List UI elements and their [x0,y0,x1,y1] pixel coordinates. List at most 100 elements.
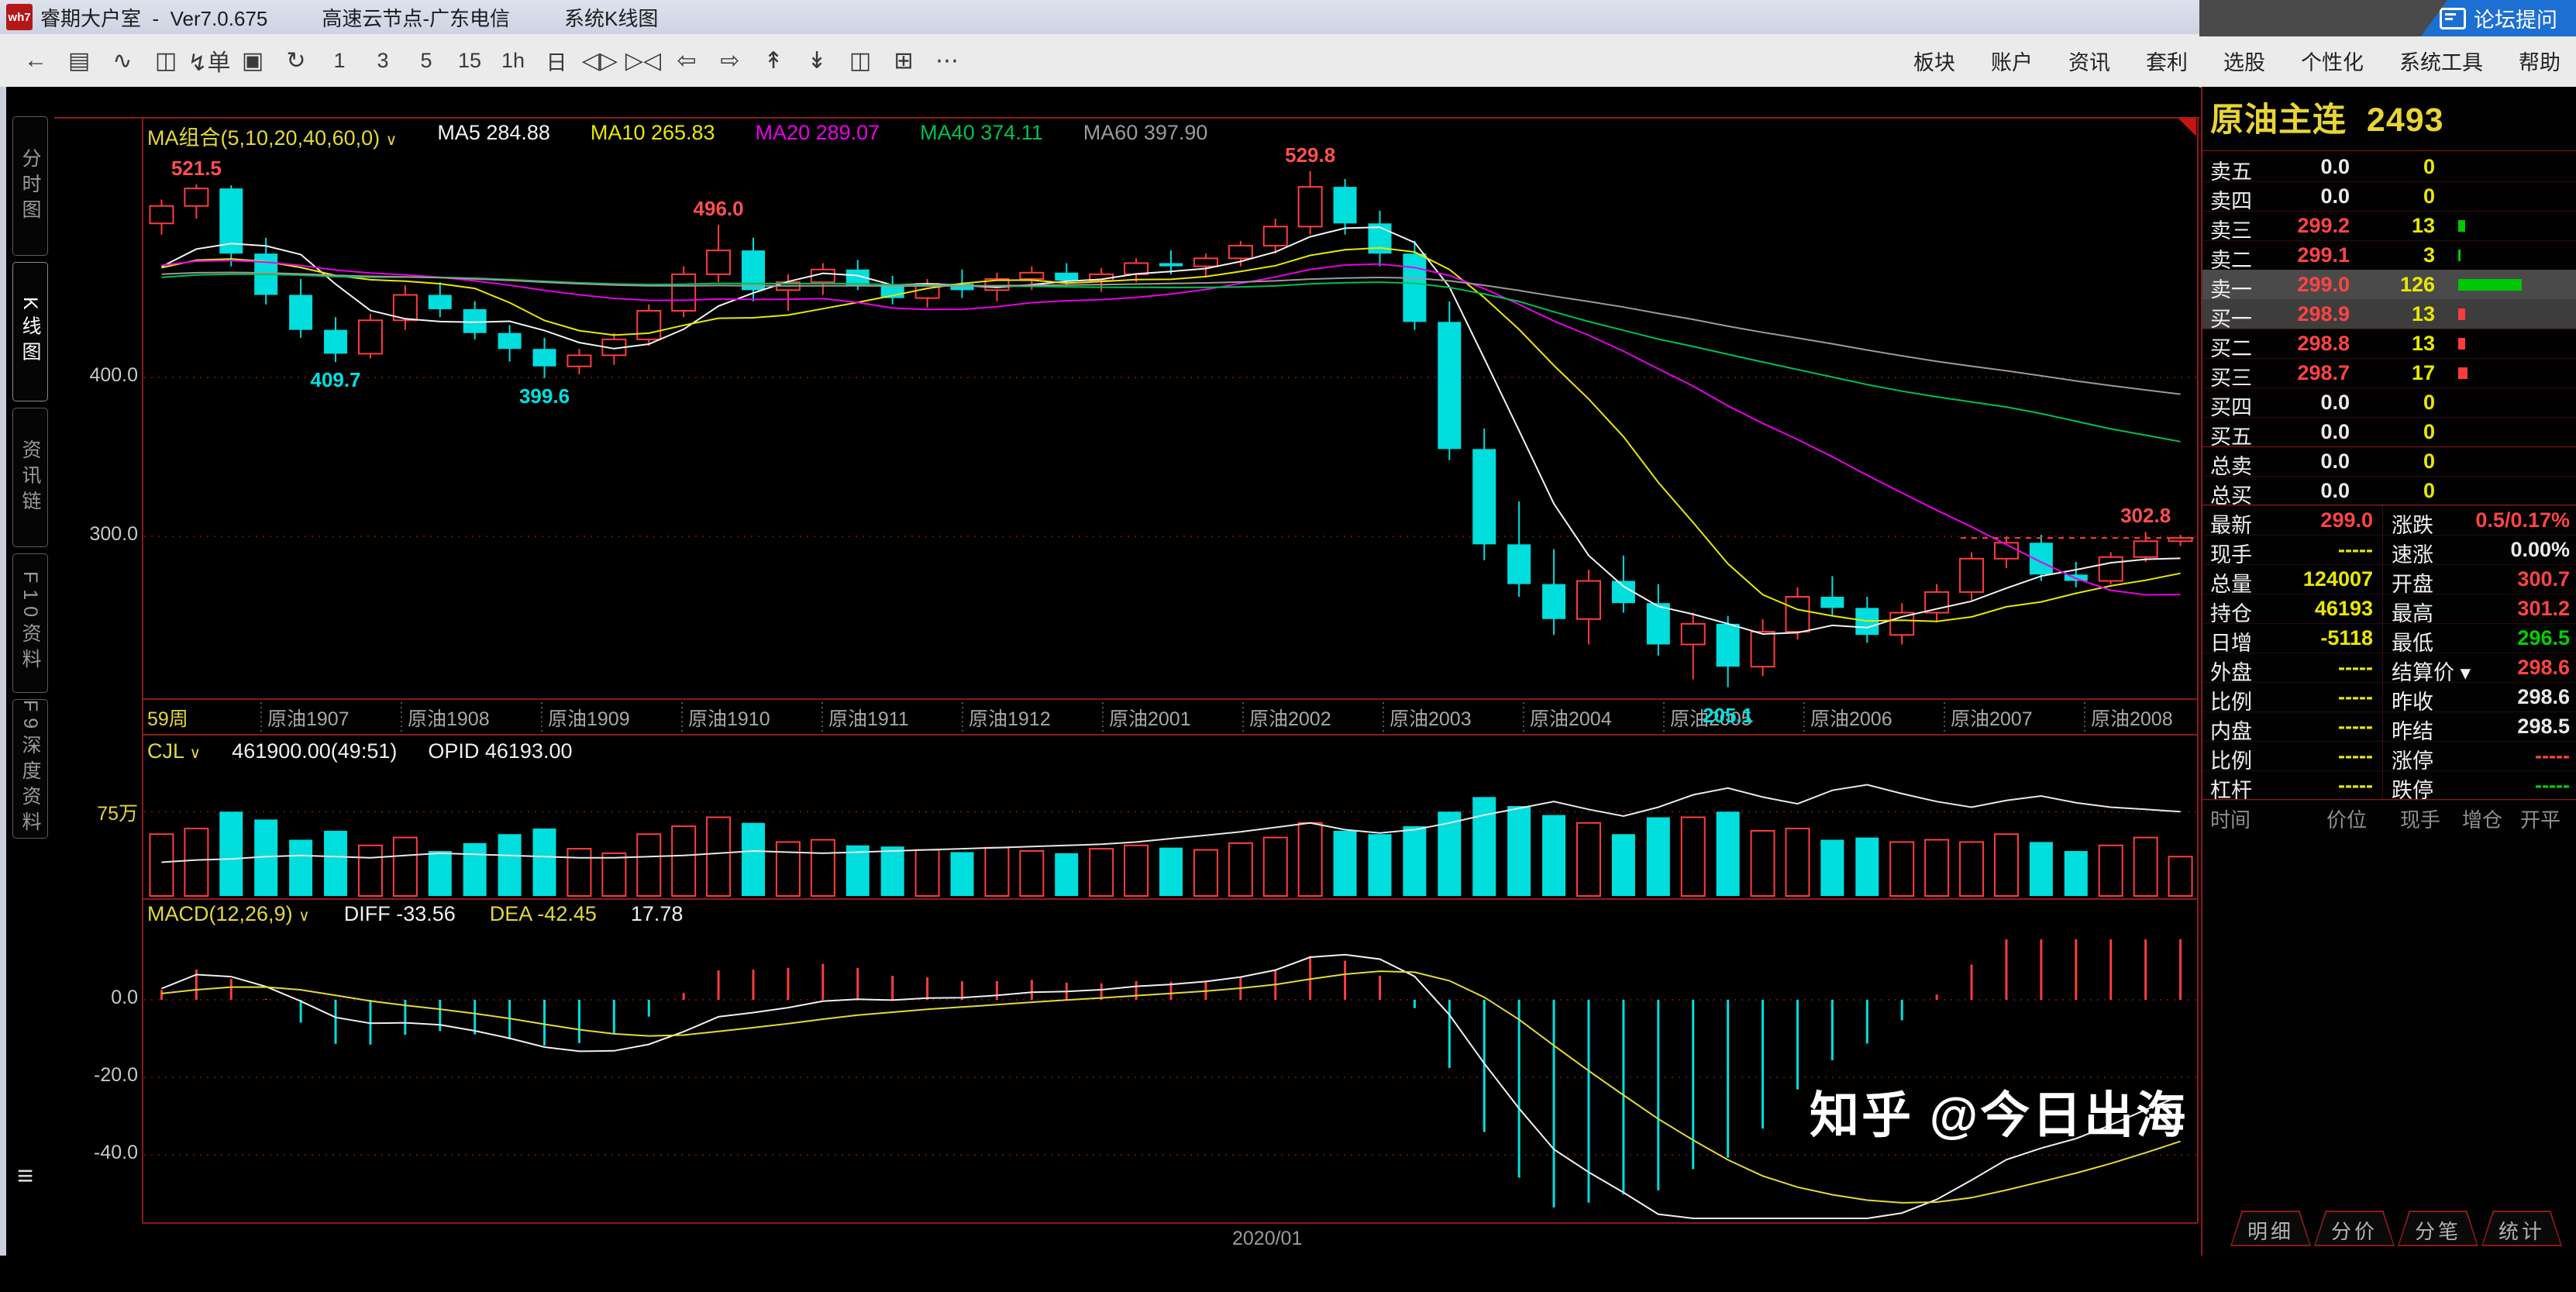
ma-value-MA20: MA20 289.07 [756,121,880,151]
info-value-比例: ----- [2272,744,2373,768]
orderbook-price: 298.7 [2257,361,2350,385]
macd-diff: DIFF -33.56 [344,902,456,926]
orderbook-volume: 13 [2365,214,2435,238]
panel-tab-统计[interactable]: 统计 [2481,1211,2562,1246]
ma-indicator-row[interactable]: MA组合(5,10,20,40,60,0) ∨ MA5 284.88MA10 2… [147,121,1207,151]
trade-table-header-开平: 开平 [2520,804,2561,833]
watermark: 知乎 @今日出海 [1810,1076,2188,1147]
chevron-down-icon: ∨ [298,908,310,925]
panel-tab-明细[interactable]: 明细 [2230,1211,2311,1246]
info-value-昨结: 298.5 [2458,715,2570,739]
orderbook-price: 0.0 [2257,420,2350,444]
orderbook-volume: 0 [2365,155,2435,179]
info-value-速涨: 0.00% [2458,538,2570,562]
chart-corner-marker [2178,118,2196,136]
orderbook-price: 0.0 [2257,155,2350,179]
info-value-持仓: 46193 [2272,597,2373,621]
info-row: 持仓46193最高301.2 [2202,594,2576,624]
orderbook-depth-bar [2458,367,2468,379]
orderbook-depth-bar [2458,220,2465,232]
orderbook-volume: 126 [2365,273,2435,297]
trade-table-header-时间: 时间 [2210,804,2251,833]
orderbook-price: 299.0 [2257,273,2350,297]
panel-divider [2202,799,2576,800]
ma-value-MA10: MA10 265.83 [591,121,715,151]
ma-value-MA5: MA5 284.88 [437,121,550,151]
orderbook-row-买三[interactable]: 买三298.717 [2202,358,2576,388]
orderbook-row-总卖[interactable]: 总卖0.00 [2202,446,2576,477]
info-column-divider [2382,505,2383,800]
orderbook-row-卖二[interactable]: 卖二299.13 [2202,240,2576,270]
macd-bar-value: 17.78 [631,902,684,926]
info-value-涨停: ----- [2458,744,2570,768]
info-row: 杠杆-----跌停----- [2202,770,2576,801]
info-value-外盘: ----- [2272,656,2373,680]
panel-tab-label: 统计 [2481,1216,2562,1245]
app-window: wh7 睿期大户室 - Ver7.0.675 高速云节点-广东电信 系统K线图 … [0,0,2576,1292]
quote-panel-title[interactable]: 原油主连 2493 [2210,93,2444,141]
panel-divider [2202,150,2576,151]
orderbook-depth-bar [2458,279,2522,291]
info-value-总量: 124007 [2272,567,2373,591]
info-value-跌停: ----- [2458,773,2570,798]
opid-value: OPID 46193.00 [428,739,572,763]
orderbook-volume: 0 [2365,184,2435,208]
trade-table-header-价位: 价位 [2326,804,2367,833]
info-value-最高: 301.2 [2458,597,2570,621]
orderbook-row-卖三[interactable]: 卖三299.213 [2202,211,2576,241]
orderbook-depth-bar [2458,338,2465,350]
trade-table-header-现手: 现手 [2400,804,2440,833]
orderbook-price: 0.0 [2257,391,2350,415]
orderbook-volume: 3 [2365,243,2435,267]
orderbook-row-买五[interactable]: 买五0.00 [2202,417,2576,447]
info-value-昨收: 298.6 [2458,685,2570,709]
info-value-日增: -5118 [2272,626,2373,650]
orderbook-volume: 0 [2365,479,2435,503]
macd-indicator-row[interactable]: MACD(12,26,9) ∨ DIFF -33.56 DEA -42.45 1… [147,902,683,926]
chevron-down-icon: ∨ [386,132,398,149]
orderbook-depth-bar [2458,250,2461,261]
info-value-比例: ----- [2272,685,2373,709]
info-row: 外盘-----结算价 ▾298.6 [2202,653,2576,683]
contract-code: 2493 [2367,102,2444,139]
info-row: 比例-----涨停----- [2202,741,2576,771]
orderbook-row-卖四[interactable]: 卖四0.00 [2202,181,2576,212]
info-value-最低: 296.5 [2458,626,2570,650]
chevron-down-icon: ∨ [190,745,201,762]
orderbook-price: 299.2 [2257,214,2350,238]
kline-chart-canvas[interactable] [0,0,2576,1292]
orderbook-depth-bar [2458,308,2465,320]
info-row: 内盘-----昨结298.5 [2202,711,2576,742]
orderbook-price: 0.0 [2257,184,2350,208]
orderbook-row-买四[interactable]: 买四0.00 [2202,388,2576,418]
orderbook-volume: 13 [2365,302,2435,326]
volume-indicator-row[interactable]: CJL ∨ 461900.00(49:51) OPID 46193.00 [147,739,573,763]
orderbook-row-买二[interactable]: 买二298.813 [2202,329,2576,359]
info-row: 现手-----速涨0.00% [2202,535,2576,565]
macd-dea: DEA -42.45 [490,902,597,926]
orderbook-row-卖一[interactable]: 卖一299.0126 [2202,270,2576,300]
info-value-结算价: 298.6 [2458,656,2570,680]
quote-panel: 原油主连 2493 卖五0.00卖四0.00卖三299.213卖二299.13卖… [2201,87,2576,1256]
orderbook-row-卖五[interactable]: 卖五0.00 [2202,152,2576,182]
info-value-开盘: 300.7 [2458,567,2570,591]
volume-value: 461900.00(49:51) [232,739,397,763]
panel-tab-分价[interactable]: 分价 [2314,1211,2395,1246]
info-value-杠杆: ----- [2272,773,2373,798]
orderbook-volume: 13 [2365,332,2435,356]
orderbook-volume: 0 [2365,450,2435,474]
orderbook-row-总买[interactable]: 总买0.00 [2202,476,2576,506]
orderbook-row-买一[interactable]: 买一298.913 [2202,299,2576,329]
panel-tab-分笔[interactable]: 分笔 [2398,1211,2478,1246]
ma-value-MA60: MA60 397.90 [1083,121,1208,151]
panel-tab-label: 分价 [2314,1216,2395,1245]
info-row: 总量124007开盘300.7 [2202,564,2576,594]
orderbook-price: 299.1 [2257,243,2350,267]
info-value-涨跌: 0.5/0.17% [2458,508,2570,532]
info-value-内盘: ----- [2272,715,2373,739]
trade-table-header-增仓: 增仓 [2462,804,2502,833]
orderbook-volume: 0 [2365,420,2435,444]
orderbook-price: 298.8 [2257,332,2350,356]
orderbook-price: 298.9 [2257,302,2350,326]
orderbook-price: 0.0 [2257,479,2350,503]
